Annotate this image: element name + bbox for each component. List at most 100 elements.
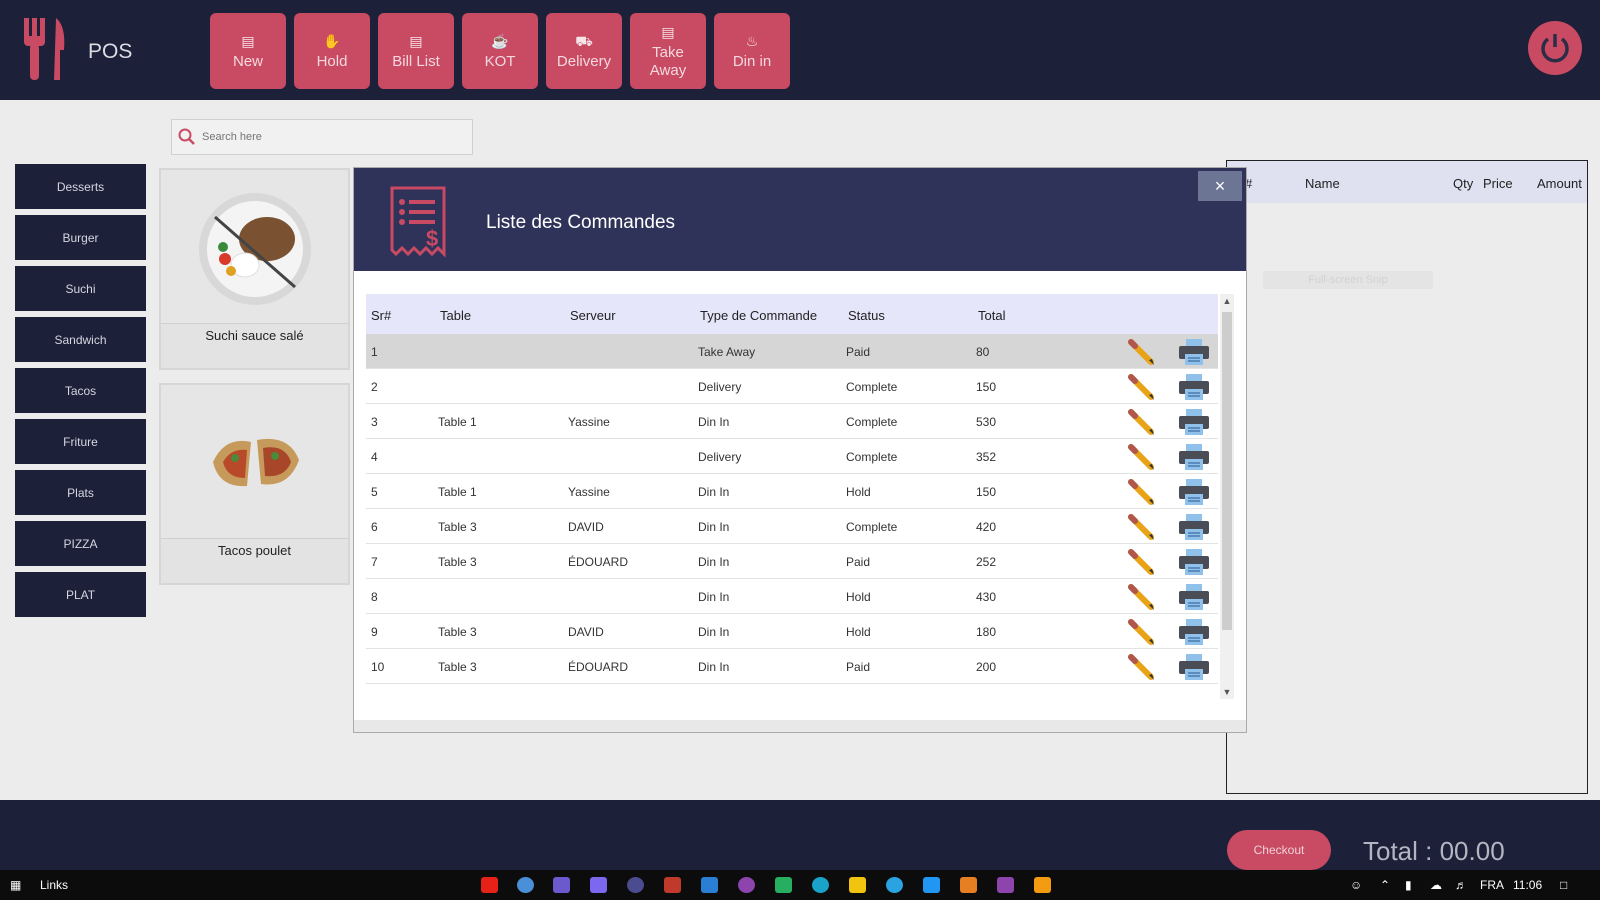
table-row[interactable]: 9 Table 3 DAVID Din In Hold 180 — [366, 614, 1218, 649]
table-row[interactable]: 10 Table 3 ÉDOUARD Din In Paid 200 — [366, 649, 1218, 684]
printer-icon[interactable] — [1178, 408, 1210, 436]
close-button[interactable]: × — [1198, 171, 1242, 201]
cell-type: Din In — [698, 520, 730, 534]
hold-button-label: Hold — [316, 52, 348, 70]
col-name: Name — [1305, 176, 1340, 191]
cell-sr: 3 — [371, 415, 378, 429]
app-icon[interactable] — [553, 877, 570, 893]
scroll-up-icon[interactable]: ▲ — [1220, 294, 1234, 308]
search-input[interactable] — [202, 131, 462, 143]
app-icon[interactable] — [738, 877, 755, 893]
printer-icon[interactable] — [1178, 513, 1210, 541]
power-button[interactable] — [1528, 21, 1582, 75]
take-away-button-label: Take Away — [649, 43, 687, 79]
col-price: Price — [1483, 176, 1513, 191]
printer-icon[interactable] — [1178, 338, 1210, 366]
battery-icon[interactable]: ▮ — [1405, 878, 1412, 892]
cell-serveur: ÉDOUARD — [568, 660, 629, 674]
clock[interactable]: 11:06 — [1513, 878, 1542, 892]
notification-icon[interactable]: □ — [1560, 878, 1567, 892]
table-row[interactable]: 3 Table 1 Yassine Din In Complete 530 — [366, 404, 1218, 439]
category-plat[interactable]: PLAT — [15, 572, 146, 617]
table-row[interactable]: 4 Delivery Complete 352 — [366, 439, 1218, 474]
chevron-up-icon[interactable]: ⌃ — [1380, 878, 1390, 892]
printer-icon[interactable] — [1178, 478, 1210, 506]
bill-list-button[interactable]: ▤ Bill List — [378, 13, 454, 89]
pencil-edit-icon[interactable] — [1126, 477, 1156, 507]
visual-studio-icon[interactable] — [997, 877, 1014, 893]
category-plats[interactable]: Plats — [15, 470, 146, 515]
table-row[interactable]: 8 Din In Hold 430 — [366, 579, 1218, 614]
telegram-icon[interactable] — [886, 877, 903, 893]
edge-icon[interactable] — [812, 877, 829, 893]
file-explorer-icon[interactable] — [849, 877, 866, 893]
pencil-edit-icon[interactable] — [1126, 512, 1156, 542]
printer-icon[interactable] — [1178, 373, 1210, 401]
cell-total: 150 — [976, 485, 997, 499]
printer-icon[interactable] — [1178, 618, 1210, 646]
pencil-edit-icon[interactable] — [1126, 442, 1156, 472]
pencil-edit-icon[interactable] — [1126, 652, 1156, 682]
cell-sr: 4 — [371, 450, 378, 464]
category-friture[interactable]: Friture — [15, 419, 146, 464]
category-desserts[interactable]: Desserts — [15, 164, 146, 209]
din-in-button-label: Din in — [732, 52, 772, 70]
windows-start-icon[interactable]: ▦ — [10, 878, 21, 892]
volume-icon[interactable]: ♬ — [1455, 878, 1467, 892]
cell-type: Take Away — [698, 345, 756, 359]
people-icon[interactable]: ☺ — [1350, 878, 1362, 892]
network-icon[interactable]: ☁ — [1430, 878, 1442, 892]
table-row[interactable]: 6 Table 3 DAVID Din In Complete 420 — [366, 509, 1218, 544]
vscode-icon[interactable] — [701, 877, 718, 893]
pencil-edit-icon[interactable] — [1126, 337, 1156, 367]
table-row[interactable]: 7 Table 3 ÉDOUARD Din In Paid 252 — [366, 544, 1218, 579]
category-sandwich[interactable]: Sandwich — [15, 317, 146, 362]
category-tacos[interactable]: Tacos — [15, 368, 146, 413]
printer-icon[interactable] — [1178, 548, 1210, 576]
vertical-scrollbar[interactable]: ▲ ▼ — [1220, 294, 1234, 699]
din-in-button[interactable]: ♨ Din in — [714, 13, 790, 89]
cell-serveur: DAVID — [568, 625, 604, 639]
app-icon[interactable] — [923, 877, 940, 893]
pencil-edit-icon[interactable] — [1126, 582, 1156, 612]
app-icon[interactable] — [590, 877, 607, 893]
new-button[interactable]: ▤ New — [210, 13, 286, 89]
col-qty: Qty — [1453, 176, 1474, 191]
category-suchi[interactable]: Suchi — [15, 266, 146, 311]
app-icon[interactable] — [664, 877, 681, 893]
category-pizza[interactable]: PIZZA — [15, 521, 146, 566]
chrome-icon[interactable] — [517, 877, 534, 893]
pencil-edit-icon[interactable] — [1126, 617, 1156, 647]
app-title: POS — [88, 40, 133, 63]
app-icon[interactable] — [775, 877, 792, 893]
product-card[interactable]: Tacos poulet — [159, 383, 350, 585]
pencil-edit-icon[interactable] — [1126, 407, 1156, 437]
scroll-thumb[interactable] — [1222, 312, 1232, 630]
printer-icon[interactable] — [1178, 583, 1210, 611]
app-icon[interactable] — [960, 877, 977, 893]
category-burger[interactable]: Burger — [15, 215, 146, 260]
youtube-icon[interactable] — [481, 877, 498, 893]
scroll-down-icon[interactable]: ▼ — [1220, 685, 1234, 699]
hold-button[interactable]: ✋ Hold — [294, 13, 370, 89]
receipt-dollar-icon: $ — [390, 186, 446, 258]
language-indicator[interactable]: FRA — [1480, 878, 1504, 892]
app-icon[interactable] — [1034, 877, 1051, 893]
delivery-button[interactable]: ⛟ Delivery — [546, 13, 622, 89]
cell-total: 150 — [976, 380, 997, 394]
taskbar-links-label[interactable]: Links — [40, 878, 68, 892]
app-icon[interactable] — [627, 877, 644, 893]
product-card[interactable]: Suchi sauce salé — [159, 168, 350, 370]
take-away-button[interactable]: ▤ Take Away — [630, 13, 706, 89]
pencil-edit-icon[interactable] — [1126, 372, 1156, 402]
kot-button[interactable]: ☕ KOT — [462, 13, 538, 89]
product-name: Suchi sauce salé — [205, 328, 304, 343]
table-row[interactable]: 2 Delivery Complete 150 — [366, 369, 1218, 404]
printer-icon[interactable] — [1178, 443, 1210, 471]
pencil-edit-icon[interactable] — [1126, 547, 1156, 577]
table-row[interactable]: 1 Take Away Paid 80 — [366, 334, 1218, 369]
checkout-button[interactable]: Checkout — [1227, 830, 1331, 870]
printer-icon[interactable] — [1178, 653, 1210, 681]
table-row[interactable]: 5 Table 1 Yassine Din In Hold 150 — [366, 474, 1218, 509]
cell-status: Complete — [846, 520, 898, 534]
